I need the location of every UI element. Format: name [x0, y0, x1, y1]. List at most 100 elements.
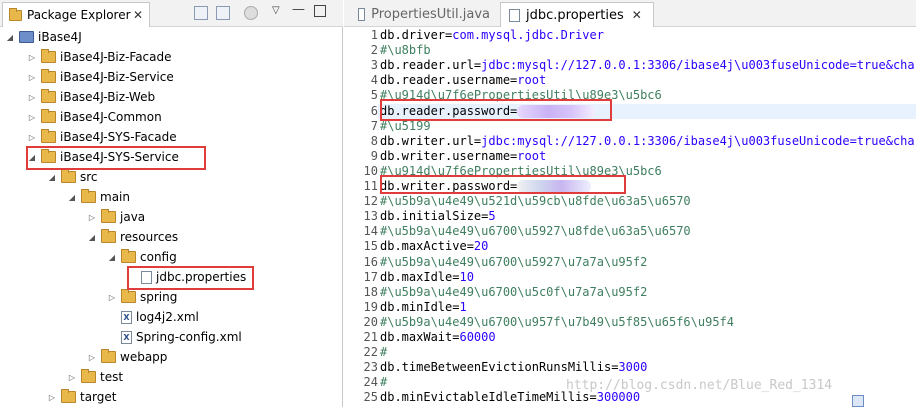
close-icon[interactable]: ✕: [133, 8, 143, 22]
tree-item[interactable]: ▷ iBase4J-Common: [26, 107, 162, 127]
tree-item[interactable]: ▷ spring: [106, 287, 177, 307]
line-number: 15: [363, 239, 378, 254]
line-number: 21: [363, 330, 378, 344]
folder-icon: [41, 49, 56, 63]
comment: #\u8bfb: [380, 43, 431, 58]
line-content: #\u5b9a\u4e49\u6700\u5927\u8fde\u63a5\u6…: [380, 224, 691, 239]
property-key: db.writer.url=: [380, 133, 482, 148]
expand-arrow-icon[interactable]: ▷: [26, 93, 38, 102]
tree-item[interactable]: ◢ config: [106, 247, 177, 267]
property-key: db.reader.username=: [380, 73, 518, 88]
expand-arrow-icon[interactable]: ▷: [26, 73, 38, 82]
line-content: db.minIdle=1: [380, 300, 467, 315]
tree-item-label: iBase4J-SYS-Facade: [60, 130, 177, 144]
tree-item[interactable]: ◢ resources: [86, 227, 178, 247]
tree-item[interactable]: ▷ iBase4J-Biz-Web: [26, 87, 155, 107]
code-line: 21 db.maxWait=60000: [344, 330, 916, 345]
close-icon[interactable]: ✕: [632, 8, 642, 22]
property-key: db.initialSize=: [380, 209, 489, 224]
line-number: 2: [370, 43, 378, 58]
tree-item[interactable]: ▷ webapp: [86, 347, 167, 367]
tree-item[interactable]: X Spring-config.xml: [106, 327, 242, 347]
comment: #\u5b9a\u4e49\u521d\u59cb\u8fde\u63a5\u6…: [380, 194, 691, 209]
code-line: 13 db.initialSize=5: [344, 209, 916, 224]
tree-item[interactable]: ▷ target: [46, 387, 117, 407]
folder-icon: [61, 389, 76, 403]
code-line: 2 #\u8bfb: [344, 43, 916, 58]
expand-arrow-icon[interactable]: ▷: [26, 53, 38, 62]
tree-item[interactable]: Xlog4j2.xml: [106, 307, 199, 327]
tab-propertiesutil-java[interactable]: PropertiesUtil.java: [350, 2, 490, 27]
xml-file-icon: X: [121, 310, 132, 324]
line-content: db.initialSize=5: [380, 209, 496, 224]
expand-arrow-icon[interactable]: ▷: [66, 373, 78, 382]
folder-icon: [61, 169, 76, 183]
minimize-icon[interactable]: —: [292, 2, 305, 17]
tree-item[interactable]: ▷ iBase4J-Biz-Facade: [26, 47, 172, 67]
line-number: 19: [363, 299, 378, 314]
line-number: 24: [363, 375, 378, 390]
expand-arrow-icon[interactable]: ◢: [66, 193, 78, 202]
tree-item-label: webapp: [120, 350, 168, 364]
tree-item[interactable]: ◢ src: [46, 167, 98, 187]
property-value: jdbc:mysql://127.0.0.1:3306/ibase4j\u003…: [481, 133, 916, 148]
tree-item[interactable]: ▷ iBase4J-Biz-Service: [26, 67, 174, 87]
tree-item[interactable]: ▷ test: [66, 367, 123, 387]
expand-arrow-icon[interactable]: ◢: [106, 253, 118, 262]
tree-item-label: log4j2.xml: [136, 310, 199, 324]
maximize-icon[interactable]: [314, 5, 326, 17]
focus-icon[interactable]: [244, 6, 258, 20]
line-content: db.maxWait=60000: [380, 330, 496, 345]
editor-tab-bar: PropertiesUtil.java jdbc.properties ✕: [344, 0, 916, 27]
line-number: 7: [370, 118, 378, 133]
code-line: 4 db.reader.username=root: [344, 73, 916, 88]
folder-icon: [41, 109, 56, 123]
line-content: db.writer.url=jdbc:mysql://127.0.0.1:330…: [380, 134, 916, 149]
line-number: 16: [363, 254, 378, 269]
line-content: #\u5b9a\u4e49\u6700\u5927\u7a7a\u95f2: [380, 255, 647, 270]
tree-item[interactable]: ◢ iBase4J: [4, 27, 82, 47]
expand-arrow-icon[interactable]: ▷: [86, 353, 98, 362]
watermark: http://blog.csdn.net/Blue_Red_1314: [566, 378, 833, 393]
code-line: 19 db.minIdle=1: [344, 300, 916, 315]
tree-item[interactable]: ▷ iBase4J-SYS-Facade: [26, 127, 177, 147]
tab-package-explorer[interactable]: Package Explorer ✕: [2, 2, 150, 27]
expand-arrow-icon[interactable]: ▷: [26, 113, 38, 122]
highlight-box-sys-service: [26, 146, 206, 170]
tree-item-label: resources: [120, 230, 179, 244]
line-number: 11: [363, 179, 378, 193]
tree-item[interactable]: ▷ java: [86, 207, 145, 227]
expand-arrow-icon[interactable]: ▷: [26, 133, 38, 142]
tree-item-label: iBase4J-Biz-Web: [60, 90, 156, 104]
tree-item[interactable]: ◢ main: [66, 187, 130, 207]
folder-icon: [41, 89, 56, 103]
collapse-all-icon[interactable]: [194, 6, 208, 20]
code-line: 12 #\u5b9a\u4e49\u521d\u59cb\u8fde\u63a5\…: [344, 194, 916, 209]
expand-arrow-icon[interactable]: ▷: [106, 293, 118, 302]
tab-jdbc-properties[interactable]: jdbc.properties ✕: [500, 2, 654, 27]
expand-arrow-icon[interactable]: ◢: [46, 173, 58, 182]
expand-arrow-icon[interactable]: ▷: [46, 393, 58, 402]
property-value: jdbc:mysql://127.0.0.1:3306/ibase4j\u003…: [481, 58, 916, 73]
code-editor[interactable]: 1 db.driver=com.mysql.jdbc.Driver 2 #\u8bfb…: [344, 27, 916, 407]
link-with-editor-icon[interactable]: [216, 6, 230, 20]
tree-item-label: iBase4J-Biz-Service: [60, 70, 174, 84]
expand-arrow-icon[interactable]: ▷: [86, 213, 98, 222]
expand-arrow-icon[interactable]: ◢: [4, 33, 16, 42]
comment: #\u5b9a\u4e49\u6700\u5927\u8fde\u63a5\u6…: [380, 224, 691, 239]
code-line: 9 db.writer.username=root: [344, 149, 916, 164]
line-content: db.writer.username=root: [380, 149, 546, 164]
line-number: 4: [370, 73, 378, 88]
property-value: 20: [473, 239, 489, 254]
view-menu-icon[interactable]: ▽: [272, 5, 280, 16]
property-value: 60000: [459, 330, 496, 344]
overview-ruler[interactable]: [910, 27, 916, 407]
line-number: 18: [363, 284, 378, 299]
code-line: 17 db.maxIdle=10: [344, 270, 916, 285]
expand-arrow-icon[interactable]: ◢: [86, 233, 98, 242]
properties-file-icon: [509, 8, 520, 22]
marker-icon: [852, 395, 864, 407]
folder-icon: [101, 229, 116, 243]
code-line: 18 #\u5b9a\u4e49\u6700\u5c0f\u7a7a\u95f2: [344, 285, 916, 300]
package-explorer-icon: [9, 7, 22, 21]
